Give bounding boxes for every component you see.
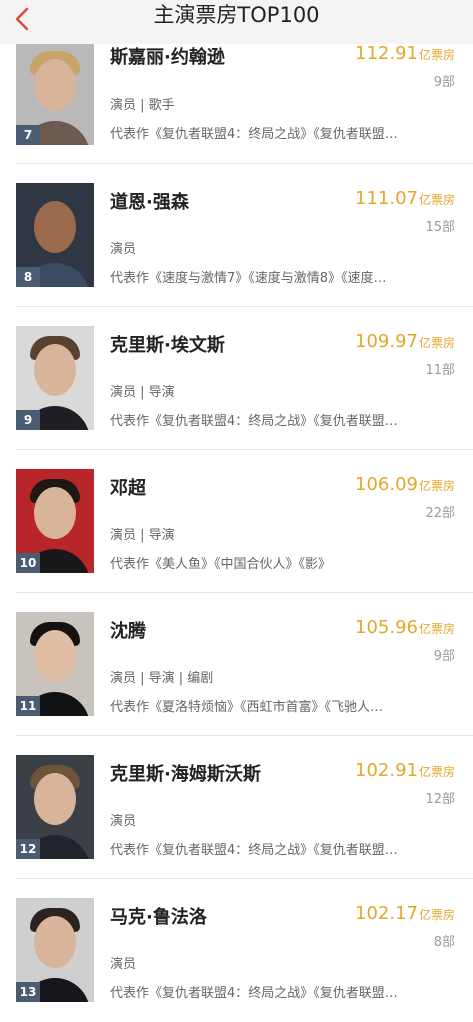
list-item[interactable]: 12 克里斯·海姆斯沃斯 102.91亿票房 12部 演员 代表作《复仇者联盟4… <box>0 736 473 879</box>
works-count: 9部 <box>433 649 455 664</box>
box-office: 102.91亿票房 <box>355 760 455 781</box>
works-count: 11部 <box>425 363 455 378</box>
works-count: 8部 <box>433 935 455 950</box>
rank-badge: 7 <box>16 125 40 145</box>
roles: 演员 <box>110 957 137 972</box>
page-title: 主演票房TOP100 <box>153 3 320 27</box>
works-count: 9部 <box>433 75 455 90</box>
representative-works: 代表作《复仇者联盟4：终局之战》《复仇者联盟… <box>110 414 398 429</box>
avatar: 9 <box>16 326 94 430</box>
roles: 演员 | 导演 | 编剧 <box>110 671 214 686</box>
representative-works: 代表作《复仇者联盟4：终局之战》《复仇者联盟… <box>110 843 398 858</box>
list-item[interactable]: 9 克里斯·埃文斯 109.97亿票房 11部 演员 | 导演 代表作《复仇者联… <box>0 307 473 450</box>
list-item[interactable]: 13 马克·鲁法洛 102.17亿票房 8部 演员 代表作《复仇者联盟4：终局之… <box>0 879 473 1022</box>
box-office: 106.09亿票房 <box>355 474 455 495</box>
actor-name: 道恩·强森 <box>110 192 189 213</box>
actor-name: 克里斯·海姆斯沃斯 <box>110 764 261 785</box>
roles: 演员 | 导演 <box>110 528 175 543</box>
actor-name: 沈腾 <box>110 621 146 642</box>
rank-badge: 12 <box>16 839 40 859</box>
list-item[interactable]: 8 道恩·强森 111.07亿票房 15部 演员 代表作《速度与激情7》《速度与… <box>0 164 473 307</box>
representative-works: 代表作《复仇者联盟4：终局之战》《复仇者联盟… <box>110 127 398 142</box>
rank-badge: 10 <box>16 553 40 573</box>
box-office: 109.97亿票房 <box>355 331 455 352</box>
avatar: 13 <box>16 898 94 1002</box>
roles: 演员 <box>110 814 137 829</box>
ranking-list: 7 斯嘉丽·约翰逊 112.91亿票房 9部 演员 | 歌手 代表作《复仇者联盟… <box>0 0 473 1022</box>
representative-works: 代表作《美人鱼》《中国合伙人》《影》 <box>110 557 332 572</box>
list-item[interactable]: 11 沈腾 105.96亿票房 9部 演员 | 导演 | 编剧 代表作《夏洛特烦… <box>0 593 473 736</box>
works-count: 15部 <box>425 220 455 235</box>
actor-name: 邓超 <box>110 478 146 499</box>
actor-name: 马克·鲁法洛 <box>110 907 207 928</box>
rank-badge: 9 <box>16 410 40 430</box>
actor-name: 斯嘉丽·约翰逊 <box>110 47 225 68</box>
avatar: 12 <box>16 755 94 859</box>
box-office: 111.07亿票房 <box>355 188 455 209</box>
box-office: 105.96亿票房 <box>355 617 455 638</box>
rank-badge: 8 <box>16 267 40 287</box>
box-office: 102.17亿票房 <box>355 903 455 924</box>
representative-works: 代表作《夏洛特烦恼》《西虹市首富》《飞驰人… <box>110 700 384 715</box>
list-item[interactable]: 10 邓超 106.09亿票房 22部 演员 | 导演 代表作《美人鱼》《中国合… <box>0 450 473 593</box>
roles: 演员 | 歌手 <box>110 98 175 113</box>
avatar: 10 <box>16 469 94 573</box>
works-count: 12部 <box>425 792 455 807</box>
nav-header: 主演票房TOP100 <box>0 0 473 44</box>
avatar: 8 <box>16 183 94 287</box>
box-office: 112.91亿票房 <box>355 43 455 64</box>
rank-badge: 13 <box>16 982 40 1002</box>
actor-name: 克里斯·埃文斯 <box>110 335 225 356</box>
rank-badge: 11 <box>16 696 40 716</box>
representative-works: 代表作《复仇者联盟4：终局之战》《复仇者联盟… <box>110 986 398 1001</box>
works-count: 22部 <box>425 506 455 521</box>
avatar: 11 <box>16 612 94 716</box>
roles: 演员 | 导演 <box>110 385 175 400</box>
representative-works: 代表作《速度与激情7》《速度与激情8》《速度… <box>110 271 387 286</box>
roles: 演员 <box>110 242 137 257</box>
avatar: 7 <box>16 41 94 145</box>
